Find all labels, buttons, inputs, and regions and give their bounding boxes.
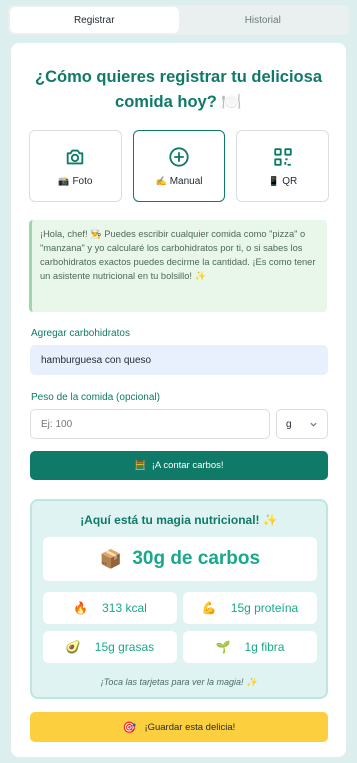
- fiber-value: 1g fibra: [244, 640, 285, 654]
- save-meal-button[interactable]: 🎯 ¡Guardar esta delicia!: [30, 712, 328, 742]
- method-photo-button[interactable]: 📸 Foto: [29, 130, 122, 202]
- tab-historial[interactable]: Historial: [179, 7, 348, 33]
- box-emoji: 📦: [99, 548, 123, 569]
- count-carbs-label: ¡A contar carbos!: [151, 460, 224, 471]
- fat-card[interactable]: 🥑 15g grasas: [43, 631, 177, 663]
- count-carbs-button[interactable]: 🧮 ¡A contar carbos!: [30, 451, 328, 480]
- save-meal-label: ¡Guardar esta delicia!: [144, 721, 236, 733]
- nutrition-result-panel: ¡Aquí está tu magia nutricional! ✨ 📦 30g…: [30, 499, 328, 699]
- camera-icon: [67, 149, 84, 164]
- fat-value: 15g grasas: [94, 640, 155, 654]
- method-photo-label: Foto: [72, 175, 93, 187]
- weight-field-label: Peso de la comida (opcional): [31, 392, 160, 403]
- abacus-emoji: 🧮: [134, 460, 146, 470]
- method-qr-label: QR: [282, 175, 298, 187]
- carbs-value: 30g de carbos: [132, 548, 261, 569]
- unit-select[interactable]: g: [276, 409, 328, 439]
- method-manual-label: Manual: [169, 175, 203, 187]
- muscle-emoji: 💪: [201, 601, 217, 615]
- method-manual-button[interactable]: ✍️ Manual: [132, 130, 226, 202]
- carbs-card[interactable]: 📦 30g de carbos: [43, 537, 317, 581]
- tab-registrar[interactable]: Registrar: [10, 7, 179, 33]
- method-selector: 📸 Foto ✍️ Manual 📱 QR: [29, 130, 330, 202]
- tip-message: ¡Hola, chef! 👨‍🍳 Puedes escribir cualqui…: [29, 220, 327, 312]
- method-qr-button[interactable]: 📱 QR: [236, 130, 330, 202]
- calories-value: 313 kcal: [102, 601, 147, 615]
- target-emoji: 🎯: [122, 721, 137, 734]
- plus-circle-icon: [169, 146, 189, 167]
- protein-value: 15g proteína: [230, 601, 299, 615]
- phone-emoji: 📱: [268, 175, 280, 186]
- avocado-emoji: 🥑: [65, 640, 81, 654]
- writing-hand-emoji: ✍️: [155, 175, 167, 186]
- result-hint: ¡Toca las tarjetas para ver la magia! ✨: [100, 677, 258, 687]
- seedling-emoji: 🌱: [215, 640, 231, 654]
- carbs-field-label: Agregar carbohidratos: [31, 328, 130, 339]
- calories-card[interactable]: 🔥 313 kcal: [43, 592, 177, 624]
- page-title: ¿Cómo quieres registrar tu deliciosa com…: [35, 68, 322, 111]
- register-card: ¿Cómo quieres registrar tu deliciosa com…: [11, 43, 346, 757]
- protein-card[interactable]: 💪 15g proteína: [183, 592, 317, 624]
- camera-emoji: 📸: [58, 175, 70, 186]
- result-title: ¡Aquí está tu magia nutricional! ✨: [80, 513, 278, 527]
- weight-input[interactable]: [30, 409, 270, 439]
- fire-emoji: 🔥: [73, 601, 89, 615]
- qr-code-icon: [273, 147, 292, 166]
- unit-select-value: g: [286, 418, 292, 430]
- carbs-input[interactable]: [30, 345, 328, 375]
- fiber-card[interactable]: 🌱 1g fibra: [183, 631, 317, 663]
- tab-bar: Registrar Historial: [8, 5, 349, 35]
- chevron-down-icon: [310, 422, 317, 427]
